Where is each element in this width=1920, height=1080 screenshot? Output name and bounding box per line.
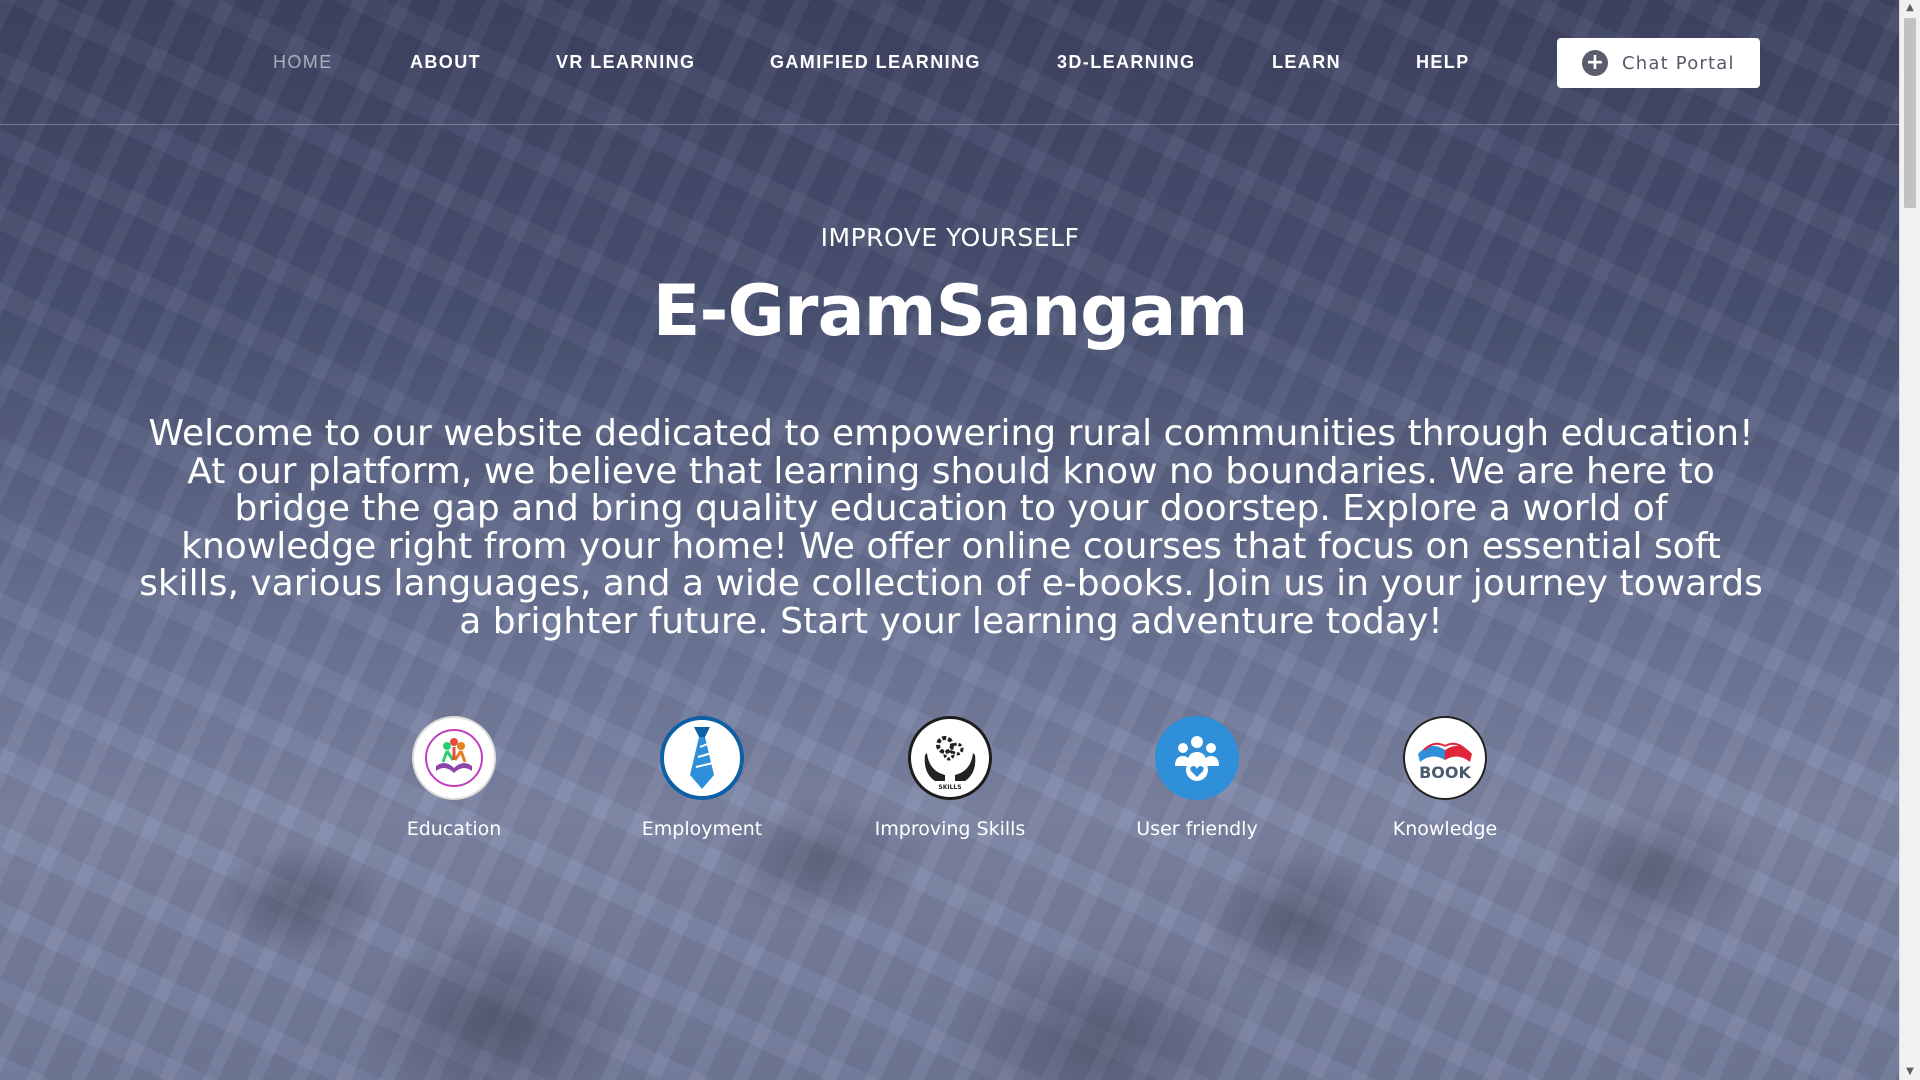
scrollbar-thumb[interactable] — [1904, 18, 1916, 208]
scroll-up-arrow-icon[interactable]: ▲ — [1900, 0, 1920, 16]
scrollbar[interactable]: ▲ ▼ — [1899, 0, 1920, 1080]
skills-icon: SKILLS — [908, 716, 992, 800]
hero-tagline: IMPROVE YOURSELF — [820, 223, 1080, 252]
book-icon-text: BOOK — [1419, 763, 1471, 782]
feature-user-friendly: User friendly — [1097, 716, 1297, 840]
feature-label: Education — [406, 818, 502, 840]
feature-education: Education — [354, 716, 554, 840]
skills-icon-text: SKILLS — [938, 784, 961, 791]
scroll-down-arrow-icon[interactable]: ▼ — [1900, 1064, 1920, 1080]
feature-label: User friendly — [1136, 818, 1258, 840]
nav-item-home[interactable]: HOME — [273, 52, 333, 73]
tie-icon — [660, 716, 744, 800]
hero-title: E-GramSangam — [652, 270, 1249, 352]
hero-description: Welcome to our website dedicated to empo… — [139, 413, 1763, 642]
nav-item-vr-learning[interactable]: VR LEARNING — [556, 52, 695, 73]
nav-item-gamified-learning[interactable]: GAMIFIED LEARNING — [770, 52, 981, 73]
feature-improving-skills: SKILLS Improving Skills — [850, 716, 1050, 840]
feature-label: Improving Skills — [874, 818, 1026, 840]
feature-label: Employment — [641, 818, 763, 840]
plus-circle-icon: + — [1582, 50, 1608, 76]
navbar: HOME ABOUT VR LEARNING GAMIFIED LEARNING… — [0, 0, 1900, 125]
feature-employment: Employment — [602, 716, 802, 840]
chat-portal-label: Chat Portal — [1622, 52, 1735, 74]
nav-item-about[interactable]: ABOUT — [410, 52, 481, 73]
nav-item-learn[interactable]: LEARN — [1272, 52, 1341, 73]
chat-portal-button[interactable]: + Chat Portal — [1557, 38, 1760, 88]
nav-item-3d-learning[interactable]: 3D-LEARNING — [1057, 52, 1195, 73]
feature-label: Knowledge — [1392, 818, 1498, 840]
users-heart-icon — [1155, 716, 1239, 800]
nav-item-help[interactable]: HELP — [1416, 52, 1470, 73]
feature-knowledge: BOOK Knowledge — [1345, 716, 1545, 840]
education-icon — [412, 716, 496, 800]
book-icon: BOOK — [1403, 716, 1487, 800]
